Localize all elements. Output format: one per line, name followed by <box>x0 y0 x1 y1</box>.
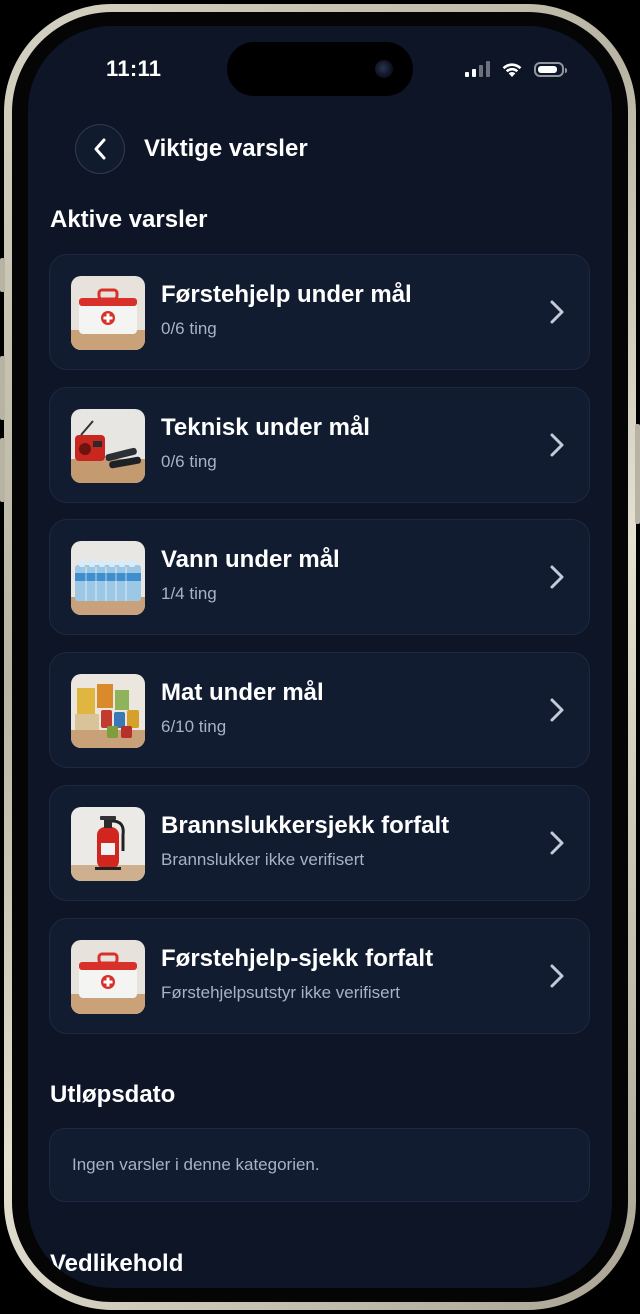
first-aid-kit-image <box>71 940 145 1014</box>
empty-state-text: Ingen varsler i denne kategorien. <box>72 1155 320 1174</box>
wifi-icon <box>502 63 522 77</box>
alert-title: Vann under mål <box>161 546 340 573</box>
section-title-active: Aktive varsler <box>50 206 208 233</box>
alert-subtitle: 6/10 ting <box>161 717 227 736</box>
alert-subtitle: 0/6 ting <box>161 452 217 471</box>
alert-subtitle: 1/4 ting <box>161 584 217 603</box>
chevron-right-icon <box>550 964 564 988</box>
water-bottles-image <box>71 541 145 615</box>
alert-card[interactable]: Mat under mål 6/10 ting <box>49 652 590 768</box>
volume-down-button <box>0 438 5 502</box>
status-time: 11:11 <box>106 56 162 81</box>
alert-card[interactable]: Brannslukkersjekk forfalt Brannslukker i… <box>49 785 590 901</box>
camera-icon <box>375 60 393 78</box>
fire-extinguisher-image <box>71 807 145 881</box>
status-icons <box>465 58 567 80</box>
alert-card[interactable]: Førstehjelp under mål 0/6 ting <box>49 254 590 370</box>
alert-card[interactable]: Teknisk under mål 0/6 ting <box>49 387 590 503</box>
power-button <box>635 424 640 524</box>
canned-food-image <box>71 674 145 748</box>
chevron-right-icon <box>550 565 564 589</box>
chevron-right-icon <box>550 300 564 324</box>
alert-title: Mat under mål <box>161 679 324 706</box>
radio-flashlight-image <box>71 409 145 483</box>
back-button[interactable] <box>75 124 125 174</box>
alert-subtitle: Førstehjelpsutstyr ikke verifisert <box>161 983 400 1002</box>
section-title-maintenance: Vedlikehold <box>50 1250 184 1277</box>
battery-icon <box>534 61 567 77</box>
chevron-right-icon <box>550 698 564 722</box>
alert-title: Teknisk under mål <box>161 414 370 441</box>
chevron-right-icon <box>550 433 564 457</box>
dynamic-island <box>227 42 413 96</box>
alert-subtitle: 0/6 ting <box>161 319 217 338</box>
alert-title: Førstehjelp-sjekk forfalt <box>161 945 434 972</box>
volume-up-button <box>0 356 5 420</box>
first-aid-kit-image <box>71 276 145 350</box>
alert-title: Førstehjelp under mål <box>161 281 412 308</box>
chevron-right-icon <box>550 831 564 855</box>
alert-subtitle: Brannslukker ikke verifisert <box>161 850 365 869</box>
action-button <box>0 258 5 292</box>
alert-card[interactable]: Førstehjelp-sjekk forfalt Førstehjelpsut… <box>49 918 590 1034</box>
section-title-expiry: Utløpsdato <box>50 1081 176 1108</box>
page-header: Viktige varsler <box>75 123 308 175</box>
chevron-left-icon <box>94 138 106 160</box>
alert-title: Brannslukkersjekk forfalt <box>161 812 450 839</box>
cellular-signal-icon <box>465 61 490 77</box>
page-title: Viktige varsler <box>144 135 308 162</box>
empty-state-card: Ingen varsler i denne kategorien. <box>49 1128 590 1202</box>
app-screen: 11:11 Viktige varsler Aktive varsler Før… <box>28 26 612 1288</box>
alert-card[interactable]: Vann under mål 1/4 ting <box>49 519 590 635</box>
